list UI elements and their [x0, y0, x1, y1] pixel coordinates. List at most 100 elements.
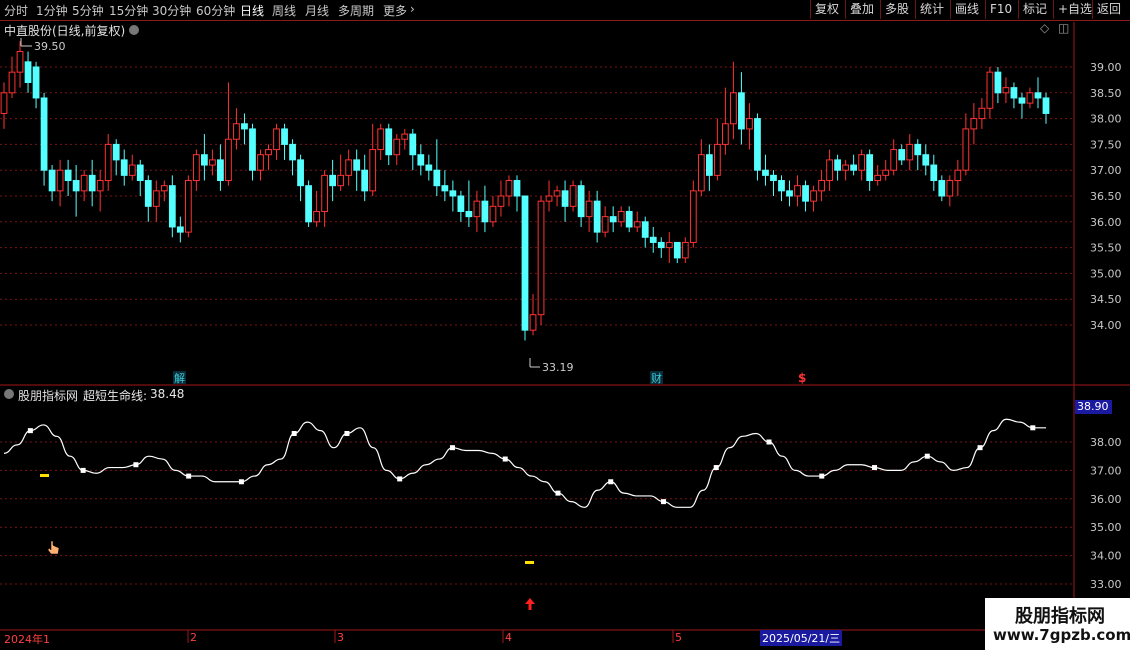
lifeline-marker [608, 479, 614, 485]
unlock-marker[interactable]: 解 [174, 371, 185, 385]
candle-body [281, 128, 288, 145]
candle-body [497, 195, 505, 207]
finance-marker[interactable]: 财 [651, 371, 662, 385]
candle-body [577, 185, 585, 218]
candle-body [48, 169, 56, 192]
candle-body [225, 138, 232, 182]
lifeline-marker [291, 430, 297, 436]
main-grid [0, 66, 1074, 326]
candle-body [353, 159, 361, 171]
candle-body [962, 128, 970, 171]
indicator-title: 股朋指标网 [18, 389, 79, 403]
cursor-date-label: 2025/05/21/三 [760, 630, 843, 646]
lifeline-marker [80, 467, 86, 473]
candle-body [265, 149, 272, 156]
candle-body [289, 143, 296, 161]
candle-body [633, 221, 641, 228]
time-label-feb: 2 [190, 631, 197, 644]
time-label-jan: 2024年1 [4, 633, 50, 646]
chart-title: 中直股份(日线,前复权) [4, 24, 126, 38]
candle-body [160, 185, 168, 192]
lifeline-value: 38.48 [150, 387, 185, 401]
dividend-marker[interactable]: $ [798, 371, 806, 385]
candle-body [257, 154, 264, 171]
indicator-tick-label: 34.00 [1090, 550, 1122, 563]
candle-body [585, 200, 593, 218]
candle-body [786, 190, 793, 197]
candle-body [32, 66, 40, 99]
candle-body [425, 164, 433, 171]
lifeline-marker [186, 473, 192, 479]
lifeline-marker [819, 473, 825, 479]
time-label-may: 5 [675, 631, 682, 644]
candle-body [802, 185, 809, 202]
candle-body [762, 169, 769, 176]
candle-body [401, 133, 409, 140]
panel-toggle-icon[interactable]: ◫ [1058, 21, 1069, 35]
candle-body [128, 164, 136, 176]
price-tick-label: 38.00 [1090, 113, 1122, 126]
indicator-grid [0, 441, 1074, 585]
diamond-icon[interactable]: ◇ [1040, 21, 1049, 35]
lifeline-marker [713, 465, 719, 471]
candle-body [1002, 87, 1010, 94]
candle-body [40, 97, 48, 171]
chart-canvas[interactable]: 34.00 34.50 35.00 35.50 36.00 36.50 37.00 37.50… [0, 0, 1130, 650]
candle-body [305, 185, 312, 223]
candle-body [96, 180, 104, 192]
watermark-url: www.7gpzb.com [993, 626, 1130, 644]
lifeline-marker [397, 476, 403, 482]
candle-body [152, 190, 160, 207]
candle-body [385, 128, 393, 156]
chevron-down-icon[interactable] [129, 25, 139, 35]
candle-body [176, 226, 184, 233]
hand-cursor-icon [47, 540, 60, 555]
indicator-tick-label: 37.00 [1090, 464, 1122, 477]
price-tick-label: 37.00 [1090, 164, 1122, 177]
lifeline-marker [449, 445, 455, 451]
price-tick-label: 38.50 [1090, 87, 1122, 100]
candle-body [986, 71, 994, 109]
candle-body [217, 159, 224, 182]
candle-body [104, 143, 112, 182]
lifeline-marker [924, 453, 930, 459]
candle-body [473, 200, 481, 218]
price-tick-label: 36.00 [1090, 216, 1122, 229]
candle-body [112, 143, 120, 161]
watermark-title: 股朋指标网 [1015, 606, 1105, 627]
candle-body [529, 314, 537, 331]
candle-body [521, 195, 529, 331]
candle-body [842, 164, 850, 171]
lifeline-marker [133, 462, 139, 468]
candle-body [8, 71, 16, 94]
candle-body [970, 118, 978, 130]
indicator-tick-label: 38.00 [1090, 436, 1122, 449]
candle-body [826, 159, 833, 182]
candle-body [641, 221, 649, 238]
candle-body [593, 200, 601, 233]
candle-body [898, 149, 906, 161]
candle-body [88, 174, 96, 192]
indicator-menu-icon[interactable] [4, 389, 14, 399]
candle-body [329, 174, 337, 187]
candle-body [922, 154, 930, 166]
candle-body [689, 190, 697, 243]
candle-body [369, 149, 377, 192]
candle-body [954, 169, 962, 182]
candle-body [681, 241, 689, 259]
candle-body [697, 154, 705, 192]
candlestick-series [0, 41, 1050, 341]
price-tick-label: 34.50 [1090, 293, 1122, 306]
candle-body [1010, 87, 1018, 99]
candle-body [794, 185, 801, 197]
candle-body [770, 174, 777, 182]
candle-body [858, 154, 866, 171]
candle-body [505, 180, 513, 197]
candle-body [938, 180, 946, 197]
candle-body [64, 169, 72, 182]
candle-body [730, 92, 737, 125]
candle-body [946, 180, 954, 197]
indicator-tick-label: 33.00 [1090, 578, 1122, 591]
lifeline-markers [27, 425, 1036, 505]
candle-body [297, 159, 304, 187]
